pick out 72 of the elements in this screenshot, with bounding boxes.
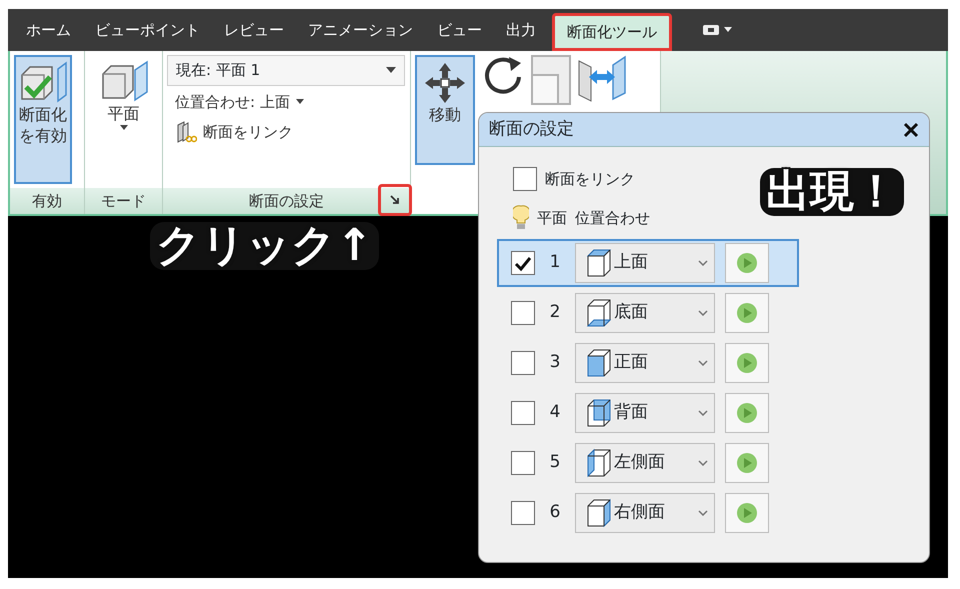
play-button[interactable]	[725, 243, 769, 283]
check-icon	[514, 254, 532, 272]
screen-icon	[702, 24, 720, 36]
play-button[interactable]	[725, 493, 769, 533]
checkbox[interactable]	[511, 501, 535, 525]
lightbulb-icon	[513, 205, 529, 231]
face-dropdown[interactable]: 正面	[575, 343, 715, 383]
caret-icon	[724, 27, 732, 33]
corner-arrow-icon	[390, 195, 400, 205]
play-button[interactable]	[725, 443, 769, 483]
alignment-dropdown[interactable]: 位置合わせ: 上面	[167, 88, 406, 116]
checkbox[interactable]	[511, 401, 535, 425]
plane-number: 4	[548, 401, 562, 424]
plane-number: 2	[548, 301, 562, 324]
play-button[interactable]	[725, 343, 769, 383]
ribbon-tab[interactable]: 出力	[494, 9, 548, 51]
face-dropdown[interactable]: 右側面	[575, 493, 715, 533]
plane-number: 1	[548, 251, 562, 274]
face-dropdown[interactable]: 背面	[575, 393, 715, 433]
plane-number: 3	[548, 351, 562, 374]
plane-number: 5	[548, 451, 562, 474]
panel-label: 有効	[32, 192, 62, 210]
current-plane-dropdown[interactable]: 現在: 平面 1	[167, 55, 405, 86]
ribbon-tab[interactable]: ホーム	[14, 9, 83, 51]
play-icon	[736, 252, 758, 274]
ribbon-tab[interactable]: ビュー	[425, 9, 494, 51]
panel-label: 断面の設定	[249, 192, 324, 210]
checkbox[interactable]	[511, 351, 535, 375]
checkbox[interactable]	[513, 167, 537, 191]
play-icon	[736, 502, 758, 524]
scale-squares-icon	[531, 55, 571, 105]
chevron-icon	[698, 310, 708, 316]
play-button[interactable]	[725, 293, 769, 333]
play-icon	[736, 302, 758, 324]
link-sections-button[interactable]: 断面をリンク	[167, 118, 406, 146]
face-dropdown[interactable]: 左側面	[575, 443, 715, 483]
chevron-icon	[698, 360, 708, 366]
checkbox[interactable]	[511, 451, 535, 475]
column-header: 平面	[537, 208, 567, 229]
annotation-text: クリック↑	[150, 222, 379, 270]
annotation-text: 出現！	[760, 168, 904, 216]
move-arrows-icon	[423, 61, 467, 105]
close-icon	[903, 122, 919, 138]
move-button[interactable]: 移動	[415, 55, 475, 165]
panel-label: モード	[101, 192, 146, 210]
face-dropdown[interactable]: 上面	[575, 243, 715, 283]
play-icon	[736, 452, 758, 474]
ribbon-tab[interactable]: 断面化ツール	[552, 13, 672, 51]
plane-number: 6	[548, 501, 562, 524]
ribbon-tab[interactable]: アニメーション	[296, 9, 425, 51]
chevron-icon	[698, 460, 708, 466]
ribbon-tab[interactable]: ビューポイント	[83, 9, 212, 51]
link-planes-icon	[175, 121, 197, 144]
checkbox[interactable]	[511, 251, 535, 275]
play-icon	[736, 352, 758, 374]
caret-icon	[120, 124, 128, 131]
chevron-icon	[698, 410, 708, 416]
chevron-icon	[698, 260, 708, 266]
face-dropdown[interactable]: 底面	[575, 293, 715, 333]
checkbox-label: 断面をリンク	[545, 168, 635, 190]
checkbox[interactable]	[511, 301, 535, 325]
play-icon	[736, 402, 758, 424]
plane-button[interactable]: 平面	[96, 55, 152, 184]
enable-section-button[interactable]: 断面化を有効	[14, 55, 72, 184]
selected-row-background[interactable]: 1 上面	[497, 239, 799, 287]
chevron-icon	[698, 510, 708, 516]
dialog-title: 断面の設定	[489, 118, 574, 141]
caret-icon	[296, 98, 304, 105]
caret-icon	[386, 67, 396, 74]
ribbon-tab[interactable]: レビュー	[212, 9, 296, 51]
column-header: 位置合わせ	[575, 208, 650, 229]
play-button[interactable]	[725, 393, 769, 433]
